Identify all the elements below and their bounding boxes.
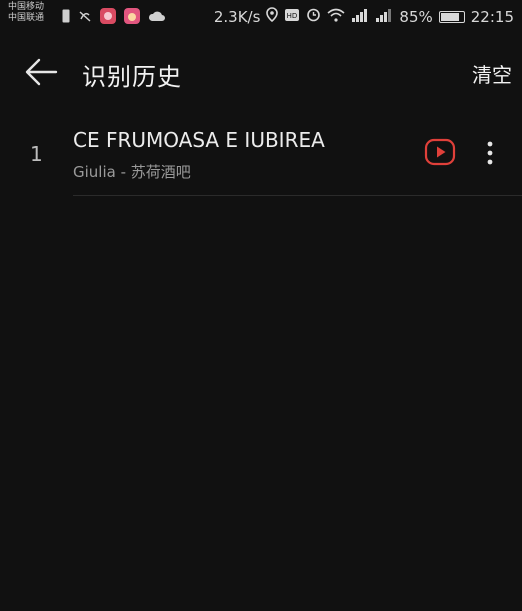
- list-item[interactable]: 1 CE FRUMOASA E IUBIREA Giulia - 苏荷酒吧: [0, 118, 522, 196]
- youtube-play-icon: [424, 138, 456, 172]
- app-header: 识别历史 清空: [0, 44, 522, 100]
- carrier-2: 中国联通: [8, 13, 45, 23]
- app-notification-icon-2: [124, 8, 140, 28]
- song-title: CE FRUMOASA E IUBIREA: [73, 128, 325, 152]
- page-title: 识别历史: [82, 63, 182, 91]
- battery-percent: 85%: [399, 7, 433, 26]
- play-video-button[interactable]: [424, 136, 456, 168]
- signal-icon: [351, 8, 369, 26]
- arrow-left-icon: [22, 58, 62, 96]
- more-vertical-icon: [476, 141, 504, 172]
- status-bar: 中国移动 中国联通 2.3K/s HD 85% 22:15: [0, 0, 522, 34]
- history-list: 1 CE FRUMOASA E IUBIREA Giulia - 苏荷酒吧: [0, 118, 522, 196]
- svg-text:HD: HD: [287, 12, 298, 20]
- alarm-icon: [306, 7, 321, 26]
- song-artist-album: Giulia - 苏荷酒吧: [73, 163, 191, 181]
- clear-button[interactable]: 清空: [472, 59, 512, 88]
- sim-icon: [62, 9, 70, 27]
- item-index: 1: [30, 142, 43, 166]
- signal-icon-2: [375, 8, 393, 26]
- net-speed: 2.3K/s: [213, 7, 261, 26]
- back-button[interactable]: [22, 52, 62, 92]
- silent-icon: [78, 9, 92, 27]
- cloud-icon: [148, 10, 166, 26]
- carrier-labels: 中国移动 中国联通: [8, 2, 44, 24]
- location-icon: [266, 7, 279, 26]
- notification-icons: [62, 8, 166, 28]
- carrier-1: 中国移动: [8, 2, 45, 12]
- nfc-icon: HD: [284, 8, 300, 26]
- clock: 22:15: [470, 7, 514, 26]
- more-options-button[interactable]: [476, 138, 504, 168]
- battery-icon: [438, 10, 465, 23]
- status-right: 2.3K/s HD 85% 22:15: [214, 7, 514, 26]
- app-notification-icon: [100, 8, 116, 28]
- divider: [73, 195, 522, 196]
- wifi-icon: [327, 8, 345, 26]
